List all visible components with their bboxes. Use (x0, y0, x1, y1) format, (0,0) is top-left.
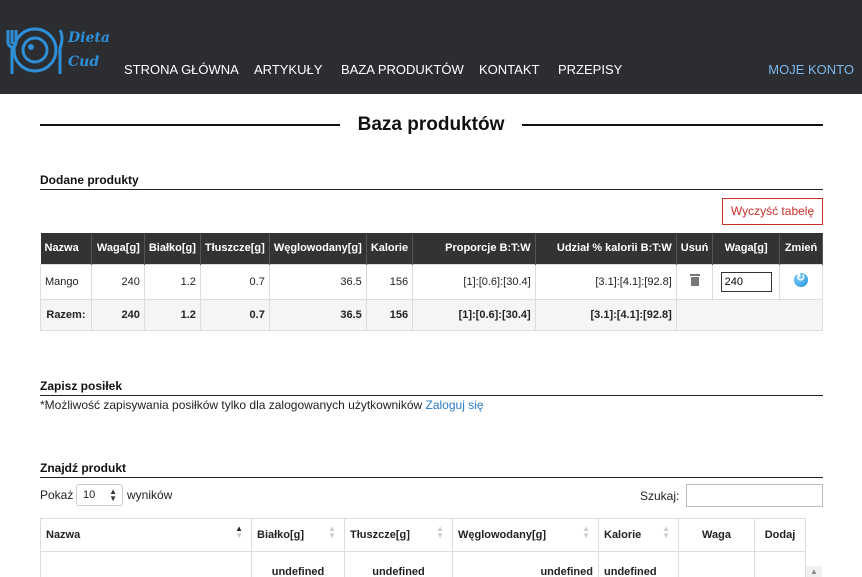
section-divider (40, 477, 823, 478)
col-share: Udział % kalorii B:T:W (535, 233, 677, 264)
col-weight: Waga[g] (91, 233, 145, 264)
sort-icon: ▲ ▼ (436, 524, 444, 540)
page-size-select[interactable]: 10 ▲ ▼ (76, 484, 123, 506)
find-product-heading: Znajdź produkt (40, 461, 126, 475)
col-remove: Usuń (676, 233, 714, 264)
search-input[interactable] (686, 484, 823, 507)
cell-fat: 0.7 (199, 263, 270, 300)
col-label: Tłuszcze[g] (350, 529, 410, 541)
sort-col-name[interactable]: Nazwa ▲ ▼ (40, 518, 252, 552)
cell-remove (675, 263, 714, 300)
save-meal-heading: Zapisz posiłek (40, 379, 123, 393)
col-carbs: Węglowodany[g] (269, 233, 367, 264)
total-empty (675, 298, 824, 331)
col-fat: Tłuszcze[g] (200, 233, 270, 264)
cell-ratio: [1]:[0.6]:[30.4] (412, 263, 536, 300)
clear-table-button[interactable]: Wyczyść tabelę (722, 198, 823, 225)
col-change: Zmień (779, 233, 823, 264)
table-row: undefined undefined undefined undefined (40, 551, 806, 577)
col-add: Dodaj (754, 518, 806, 552)
cell-weight: 240 (90, 263, 145, 300)
login-link[interactable]: Zaloguj się (426, 398, 484, 412)
total-carbs: 36.5 (268, 298, 367, 331)
sort-icon: ▲ ▼ (582, 524, 590, 540)
cell-kcal: 156 (365, 263, 414, 300)
cell-add (754, 551, 806, 577)
table-header: Nazwa Waga[g] Białko[g] Tłuszcze[g] Węgl… (40, 233, 823, 264)
trash-icon[interactable] (689, 274, 700, 286)
cell-fat: undefined (344, 551, 453, 577)
scroll-up-button[interactable]: ▲ (806, 566, 822, 577)
cell-weight-edit (712, 263, 781, 300)
select-arrows-icon: ▲ ▼ (109, 487, 117, 503)
cell-share: [3.1]:[4.1]:[92.8] (534, 263, 677, 300)
cell-kcal: undefined (598, 551, 679, 577)
site-logo[interactable]: Dieta Cud (4, 24, 114, 80)
total-row: Razem: 240 1.2 0.7 36.5 156 [1]:[0.6]:[3… (40, 298, 824, 331)
col-label: Węglowodany[g] (458, 529, 546, 541)
navbar: Dieta Cud STRONA GŁÓWNA ARTYKUŁY BAZA PR… (0, 0, 862, 94)
cell-name: Mango (40, 263, 92, 300)
sort-col-kcal[interactable]: Kalorie ▲ ▼ (598, 518, 679, 552)
total-label: Razem: (40, 298, 92, 331)
sort-col-fat[interactable]: Tłuszcze[g] ▲ ▼ (344, 518, 453, 552)
products-table: Nazwa ▲ ▼ Białko[g] ▲ ▼ Tłuszcze[g] ▲ ▼ Węglow… (40, 518, 806, 577)
results-label: wyników (127, 488, 173, 502)
col-label: Kalorie (604, 529, 642, 541)
table-row: Mango 240 1.2 0.7 36.5 156 [1]:[0.6]:[30… (40, 263, 823, 300)
title-rule-left (40, 124, 340, 126)
col-weight-edit: Waga[g] (712, 233, 781, 264)
plate-cutlery-icon (6, 27, 64, 74)
total-fat: 0.7 (199, 298, 270, 331)
login-info-text: *Możliwość zapisywania posiłków tylko dl… (40, 398, 426, 412)
page-size-value: 10 (83, 489, 96, 501)
col-label: Nazwa (46, 529, 81, 541)
search-label: Szukaj: (640, 489, 680, 503)
title-rule-right (522, 124, 823, 126)
sort-col-protein[interactable]: Białko[g] ▲ ▼ (251, 518, 345, 552)
total-protein: 1.2 (143, 298, 201, 331)
total-kcal: 156 (365, 298, 414, 331)
nav-articles[interactable]: ARTYKUŁY (254, 62, 322, 77)
show-label: Pokaż (40, 488, 74, 502)
cell-protein: 1.2 (143, 263, 201, 300)
sort-col-carbs[interactable]: Węglowodany[g] ▲ ▼ (452, 518, 599, 552)
col-ratio: Proporcje B:T:W (412, 233, 536, 264)
sort-icon: ▲ ▼ (328, 524, 336, 540)
sort-icon: ▲ ▼ (662, 524, 670, 540)
brand-line2: Cud (68, 54, 100, 70)
added-products-heading: Dodane produkty (40, 173, 139, 187)
section-divider (40, 395, 823, 396)
total-ratio: [1]:[0.6]:[30.4] (412, 298, 536, 331)
col-weight: Waga (678, 518, 755, 552)
cell-carbs: 36.5 (268, 263, 367, 300)
nav-recipes[interactable]: PRZEPISY (558, 62, 622, 77)
total-share: [3.1]:[4.1]:[92.8] (534, 298, 677, 331)
refresh-icon[interactable] (794, 271, 809, 287)
cell-protein: undefined (251, 551, 345, 577)
cell-weight (678, 551, 755, 577)
nav-product-base[interactable]: BAZA PRODUKTÓW (341, 62, 464, 77)
cell-carbs: undefined (452, 551, 599, 577)
total-weight: 240 (90, 298, 145, 331)
col-protein: Białko[g] (144, 233, 201, 264)
nav-contact[interactable]: KONTAKT (479, 62, 539, 77)
added-products-table: Nazwa Waga[g] Białko[g] Tłuszcze[g] Węgl… (40, 233, 824, 331)
page-title: Baza produktów (357, 114, 505, 135)
sort-icon: ▲ ▼ (235, 524, 243, 540)
col-kcal: Kalorie (366, 233, 414, 264)
cell-name (40, 551, 252, 577)
nav-my-account[interactable]: MOJE KONTO (768, 62, 854, 77)
weight-input[interactable] (720, 271, 772, 292)
section-divider (40, 189, 823, 190)
cell-change (779, 263, 823, 300)
col-label: Białko[g] (257, 529, 305, 541)
nav-home[interactable]: STRONA GŁÓWNA (124, 62, 239, 77)
brand-line1: Dieta (68, 30, 110, 46)
login-info: *Możliwość zapisywania posiłków tylko dl… (40, 398, 484, 412)
col-name: Nazwa (40, 233, 92, 264)
table-header: Nazwa ▲ ▼ Białko[g] ▲ ▼ Tłuszcze[g] ▲ ▼ Węglow… (40, 518, 806, 552)
